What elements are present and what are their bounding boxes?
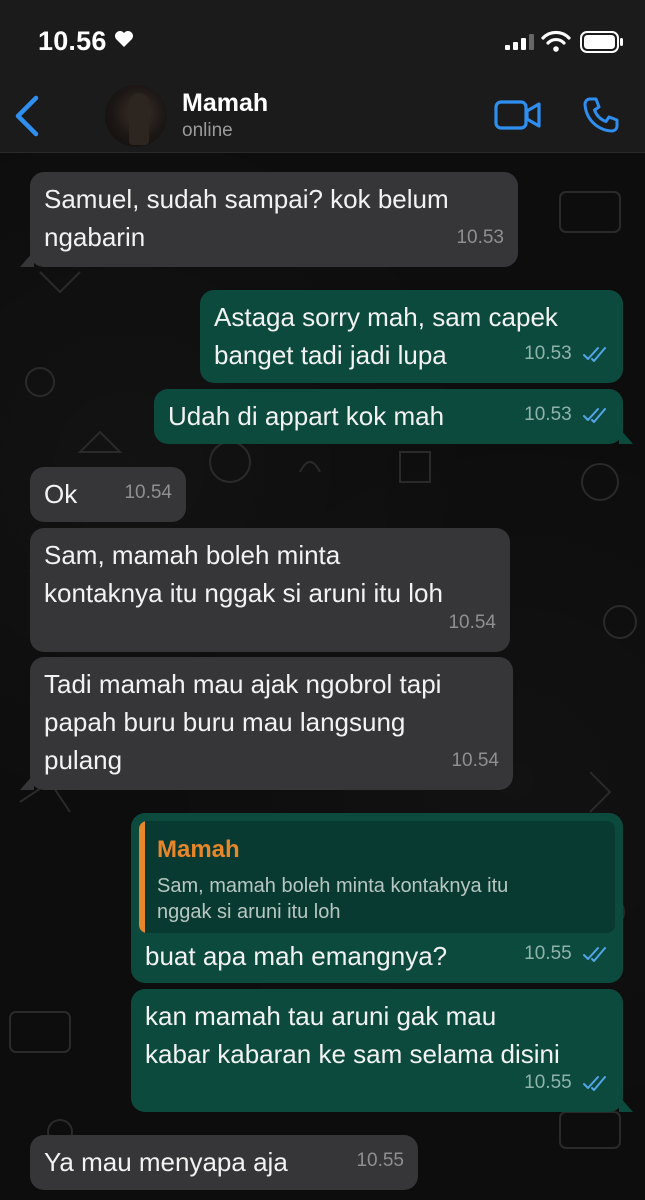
message-time: 10.53 (524, 404, 572, 425)
message-text: Tadi mamah mau ajak ngobrol tapi papah b… (44, 669, 442, 775)
message-time: 10.55 (356, 1150, 404, 1171)
contact-name[interactable]: Mamah (182, 89, 268, 118)
message-time: 10.53 (456, 227, 504, 248)
message-bubble-outgoing[interactable]: Udah di appart kok mah 10.53 (154, 389, 633, 444)
message-text: buat apa mah emangnya? (145, 941, 448, 971)
message-text: Ok (44, 479, 78, 509)
message-text: Sam, mamah boleh minta kontaknya itu ngg… (44, 540, 443, 608)
message-bubble-outgoing[interactable]: kan mamah tau aruni gak mau kabar kabara… (131, 989, 633, 1112)
read-receipt-icon (583, 407, 606, 423)
battery-icon (580, 31, 623, 53)
message-bubble-outgoing[interactable]: Astaga sorry mah, sam capek banget tadi … (200, 290, 623, 383)
message-bubble-incoming[interactable]: Ok 10.54 (30, 467, 186, 522)
status-bar: 10.56 (0, 0, 645, 80)
message-text: Ya mau menyapa aja (44, 1147, 288, 1177)
message-bubble-outgoing-reply[interactable]: Mamah Sam, mamah boleh minta kontaknya i… (131, 813, 623, 983)
read-receipt-icon (583, 346, 606, 362)
read-receipt-icon (583, 946, 606, 962)
message-bubble-incoming[interactable]: Samuel, sudah sampai? kok belum ngabarin… (20, 172, 518, 267)
message-bubble-incoming[interactable]: Tadi mamah mau ajak ngobrol tapi papah b… (20, 657, 513, 790)
quoted-author: Mamah (157, 836, 240, 863)
message-time: 10.54 (451, 750, 499, 771)
message-time: 10.54 (124, 482, 172, 503)
quoted-message[interactable]: Mamah Sam, mamah boleh minta kontaknya i… (139, 821, 615, 933)
message-bubble-incoming[interactable]: Sam, mamah boleh minta kontaknya itu ngg… (30, 528, 510, 652)
back-chevron-icon[interactable] (12, 94, 42, 138)
message-text: Samuel, sudah sampai? kok belum ngabarin (44, 184, 449, 252)
quoted-text: Sam, mamah boleh minta kontaknya itu ngg… (157, 875, 509, 923)
contact-avatar[interactable] (105, 85, 167, 147)
video-call-icon[interactable] (494, 99, 542, 131)
message-time: 10.55 (524, 1072, 572, 1093)
message-time: 10.54 (448, 612, 496, 633)
message-time: 10.53 (524, 343, 572, 364)
signal-icon (505, 34, 534, 50)
message-bubble-incoming[interactable]: Ya mau menyapa aja 10.55 (30, 1135, 418, 1190)
wifi-icon (541, 30, 571, 52)
phone-call-icon[interactable] (582, 96, 620, 134)
status-time: 10.56 (38, 26, 107, 56)
message-text: Astaga sorry mah, sam capek banget tadi … (214, 302, 558, 370)
contact-status: online (182, 120, 233, 141)
heart-icon (115, 31, 133, 47)
message-time: 10.55 (524, 943, 572, 964)
chat-header: Mamah online (0, 80, 645, 153)
message-text: Udah di appart kok mah (168, 401, 445, 431)
read-receipt-icon (583, 1075, 606, 1091)
message-text: kan mamah tau aruni gak mau kabar kabara… (145, 1001, 560, 1069)
